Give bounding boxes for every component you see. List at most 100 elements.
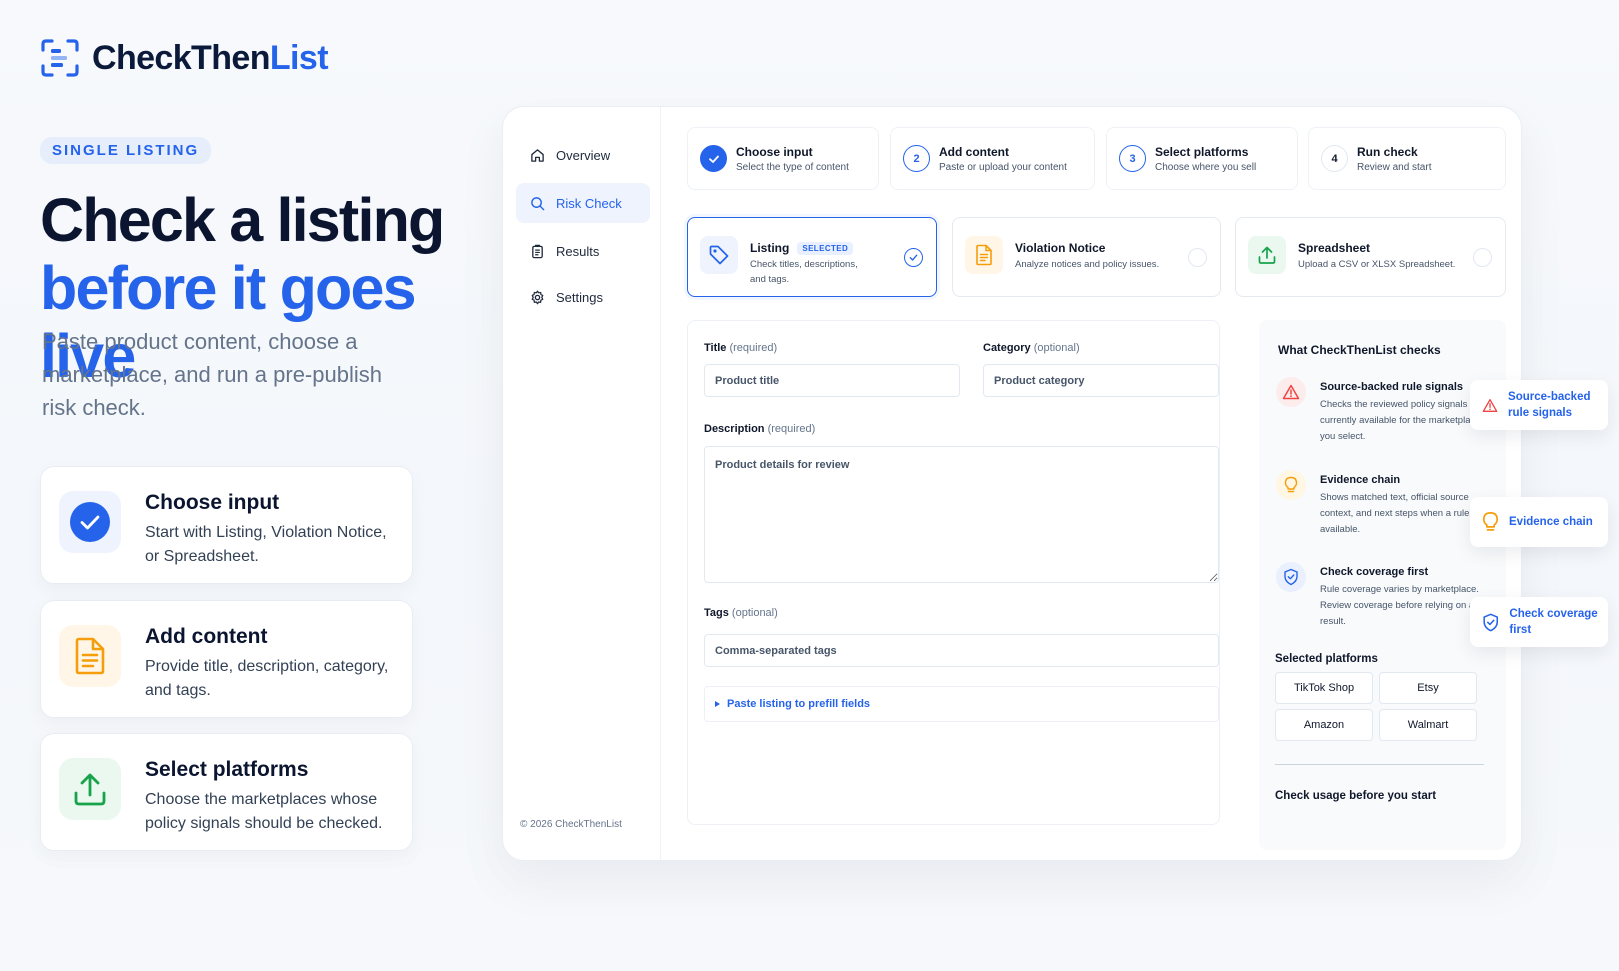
- check-item-title: Source-backed rule signals: [1320, 381, 1464, 393]
- warning-icon: [1482, 398, 1498, 412]
- warning-icon: [1276, 377, 1306, 407]
- info-heading: What CheckThenList checks: [1278, 343, 1441, 357]
- stepper-title: Select platforms: [1155, 144, 1249, 159]
- step-number: 3: [1119, 145, 1146, 172]
- divider: [1275, 764, 1484, 765]
- stepper-step-add-content[interactable]: 2 Add content Paste or upload your conten…: [890, 127, 1095, 190]
- eyebrow-badge: SINGLE LISTING: [40, 137, 212, 164]
- input-type-title: Violation Notice: [1015, 241, 1106, 255]
- platforms-heading: Selected platforms: [1275, 653, 1378, 665]
- overview-step-desc: Provide title, description, category, an…: [145, 658, 389, 699]
- category-input[interactable]: [983, 364, 1219, 397]
- step-number: 2: [903, 145, 930, 172]
- stepper-subtitle: Choose where you sell: [1155, 161, 1257, 173]
- callout-label: Evidence chain: [1509, 516, 1593, 528]
- check-item-desc: Rule coverage varies by marketplace. Rev…: [1320, 584, 1479, 627]
- sidebar-item-label: Overview: [556, 147, 611, 163]
- tags-label: Tags (optional): [704, 607, 778, 619]
- callout-label: Check coverage first: [1509, 608, 1598, 636]
- upload-icon: [59, 758, 121, 820]
- platform-chip-etsy[interactable]: Etsy: [1379, 672, 1477, 704]
- title-label-text: Title: [704, 342, 727, 354]
- overview-step-choose-input: Choose input Start with Listing, Violati…: [40, 466, 413, 584]
- overview-step-select-platforms: Select platforms Choose the marketplaces…: [40, 733, 413, 851]
- stepper-title: Choose input: [736, 144, 813, 159]
- platform-chip-walmart[interactable]: Walmart: [1379, 709, 1477, 741]
- input-type-listing[interactable]: Listing SELECTED Check titles, descriptio…: [687, 217, 937, 297]
- title-input[interactable]: [704, 364, 960, 397]
- search-icon: [531, 196, 545, 210]
- check-item-coverage: Check coverage first Rule coverage varie…: [1276, 562, 1486, 630]
- overview-step-title: Add content: [145, 625, 268, 648]
- overview-step-title: Select platforms: [145, 758, 309, 781]
- title-hint: (required): [729, 342, 778, 354]
- stepper-title: Run check: [1357, 144, 1418, 159]
- input-type-violation-notice[interactable]: Violation Notice Analyze notices and pol…: [952, 217, 1221, 297]
- check-item-title: Evidence chain: [1320, 474, 1401, 486]
- description-label-text: Description: [704, 423, 765, 435]
- sidebar-item-results[interactable]: Results: [516, 231, 650, 271]
- shield-check-icon: [1483, 613, 1499, 631]
- radio-unchecked-icon[interactable]: [1473, 248, 1492, 267]
- stepper-step-select-platforms[interactable]: 3 Select platforms Choose where you sell: [1106, 127, 1298, 190]
- sidebar-item-settings[interactable]: Settings: [516, 277, 650, 317]
- tags-label-text: Tags: [704, 607, 729, 619]
- description-hint: (required): [767, 423, 816, 435]
- callout-label: Source-backed rule signals: [1508, 391, 1591, 419]
- category-label-text: Category: [983, 342, 1031, 354]
- stepper-subtitle: Paste or upload your content: [939, 161, 1067, 173]
- sidebar-item-label: Risk Check: [556, 195, 622, 211]
- check-item-source-backed: Source-backed rule signals Checks the re…: [1276, 377, 1486, 445]
- tags-hint: (optional): [731, 607, 778, 619]
- stepper-title: Add content: [939, 144, 1009, 159]
- stepper-step-choose-input[interactable]: Choose input Select the type of content: [687, 127, 879, 190]
- tags-input[interactable]: [704, 634, 1219, 667]
- sidebar-item-overview[interactable]: Overview: [516, 135, 650, 175]
- radio-unchecked-icon[interactable]: [1188, 248, 1207, 267]
- input-type-desc: Check titles, descriptions, and tags.: [750, 259, 858, 285]
- radio-checked-icon[interactable]: [904, 248, 923, 267]
- stepper-subtitle: Review and start: [1357, 161, 1432, 173]
- description-textarea[interactable]: [704, 446, 1219, 583]
- stepper-subtitle: Select the type of content: [736, 161, 849, 173]
- platform-chip-tiktok-shop[interactable]: TikTok Shop: [1275, 672, 1373, 704]
- platform-chip-amazon[interactable]: Amazon: [1275, 709, 1373, 741]
- caret-right-icon: [715, 701, 720, 707]
- callout-evidence-chain: Evidence chain: [1470, 497, 1608, 547]
- step-number: 4: [1321, 145, 1348, 172]
- upload-icon: [1248, 236, 1286, 274]
- hero-subtitle: Paste product content, choose a marketpl…: [42, 329, 382, 420]
- check-item-title: Check coverage first: [1320, 566, 1429, 578]
- document-icon: [965, 236, 1003, 274]
- input-type-title: Spreadsheet: [1298, 241, 1371, 255]
- description-label: Description (required): [704, 423, 815, 435]
- sidebar-item-risk-check[interactable]: Risk Check: [516, 183, 650, 223]
- overview-step-title: Choose input: [145, 491, 280, 514]
- prefill-label: Paste listing to prefill fields: [727, 698, 871, 710]
- selected-badge: SELECTED: [797, 241, 854, 255]
- check-item-evidence-chain: Evidence chain Shows matched text, offic…: [1276, 470, 1486, 538]
- home-icon: [531, 148, 544, 162]
- info-panel: What CheckThenList checks Source-backed …: [1259, 320, 1506, 850]
- callout-coverage: Check coverage first: [1470, 597, 1608, 647]
- callout-source-backed: Source-backed rule signals: [1470, 380, 1608, 430]
- input-type-spreadsheet[interactable]: Spreadsheet Upload a CSV or XLSX Spreads…: [1235, 217, 1506, 297]
- input-type-desc: Upload a CSV or XLSX Spreadsheet.: [1298, 259, 1456, 270]
- overview-step-desc: Choose the marketplaces whose policy sig…: [145, 791, 383, 832]
- prefill-disclosure[interactable]: Paste listing to prefill fields: [704, 686, 1219, 722]
- input-type-title: Listing: [750, 241, 790, 255]
- tag-icon: [700, 236, 738, 274]
- stepper-step-run-check[interactable]: 4 Run check Review and start: [1308, 127, 1506, 190]
- category-hint: (optional): [1033, 342, 1080, 354]
- sidebar: Overview Risk Check Results Settings © 2…: [503, 107, 661, 860]
- logo-scan-icon: [40, 38, 80, 78]
- document-icon: [59, 625, 121, 687]
- lightbulb-icon: [1482, 512, 1499, 531]
- app-window: Overview Risk Check Results Settings © 2…: [502, 106, 1522, 861]
- usage-heading[interactable]: Check usage before you start: [1275, 790, 1436, 802]
- title-label: Title (required): [704, 342, 777, 354]
- brand-logo: CheckThenList: [40, 38, 329, 78]
- listing-form: Title (required) Category (optional) Des…: [687, 320, 1220, 825]
- overview-step-desc: Start with Listing, Violation Notice, or…: [145, 524, 387, 565]
- brand-name-accent: List: [269, 38, 329, 77]
